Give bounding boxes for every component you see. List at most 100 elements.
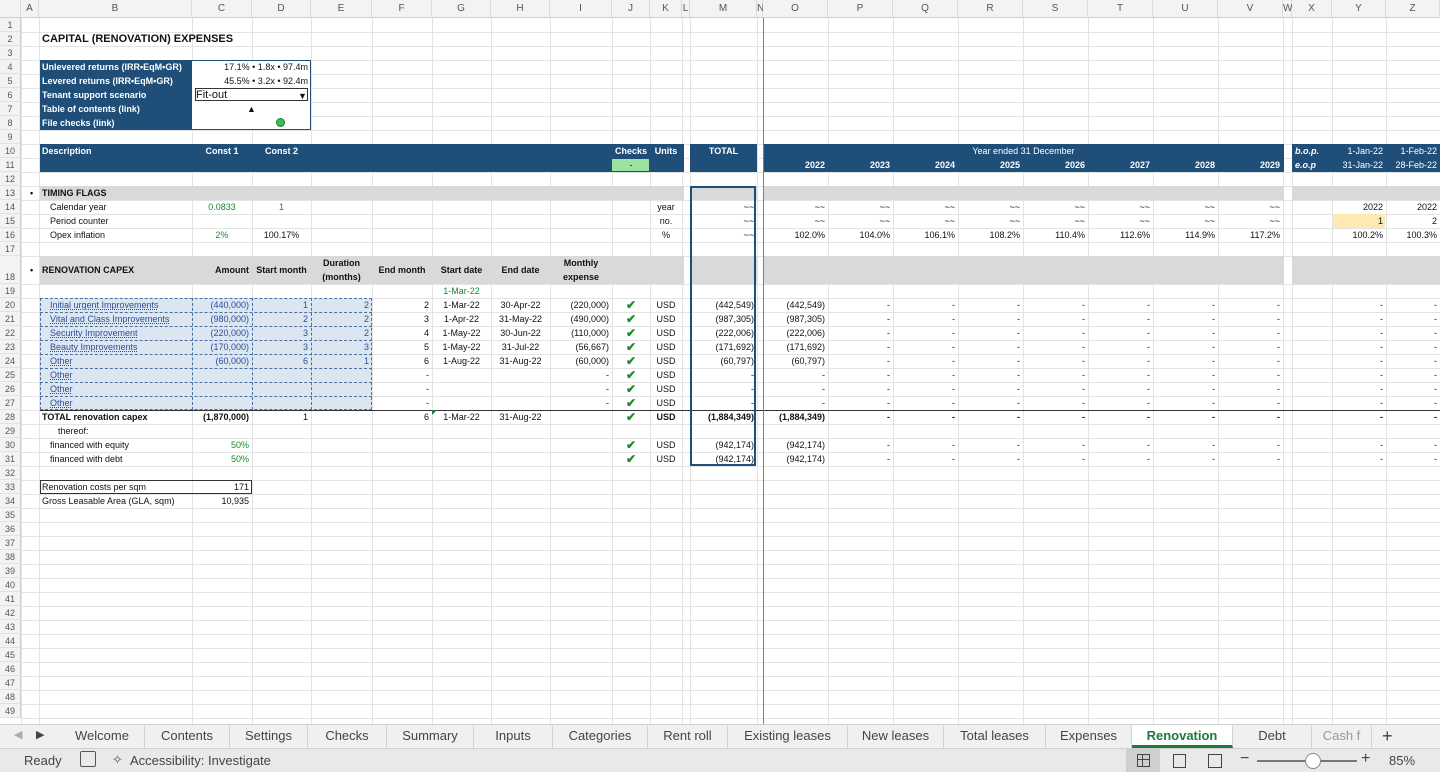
column-header-w[interactable]: W xyxy=(1283,0,1292,18)
column-header-g[interactable]: G xyxy=(432,0,491,18)
row-header-9[interactable]: 9 xyxy=(0,130,21,144)
row-header-35[interactable]: 35 xyxy=(0,508,21,522)
row-header-11[interactable]: 11 xyxy=(0,158,21,172)
column-header-l[interactable]: L xyxy=(682,0,690,18)
column-header-p[interactable]: P xyxy=(828,0,893,18)
row-header-25[interactable]: 25 xyxy=(0,368,21,382)
status-ok-icon[interactable] xyxy=(276,118,285,127)
capex-amount[interactable]: (170,000) xyxy=(195,340,249,354)
column-header-q[interactable]: Q xyxy=(893,0,958,18)
capex-item-label[interactable]: Security Improvement xyxy=(50,326,138,340)
column-header-i[interactable]: I xyxy=(550,0,612,18)
capex-amount[interactable]: (60,000) xyxy=(195,354,249,368)
sheet-tab-inputs[interactable]: Inputs xyxy=(474,725,553,748)
column-header-k[interactable]: K xyxy=(650,0,682,18)
row-header-7[interactable]: 7 xyxy=(0,102,21,116)
zoom-out-icon[interactable]: − xyxy=(1240,750,1249,768)
toc-link-arrow[interactable]: ▲ xyxy=(195,102,308,116)
row-header-18[interactable]: 18 xyxy=(0,256,21,284)
column-header-m[interactable]: M xyxy=(690,0,757,18)
capex-start-month[interactable]: 6 xyxy=(255,354,308,368)
sheet-tab-existing-leases[interactable]: Existing leases xyxy=(728,725,848,748)
sheet-tab-welcome[interactable]: Welcome xyxy=(60,725,145,748)
row-header-28[interactable]: 28 xyxy=(0,410,21,424)
column-header-z[interactable]: Z xyxy=(1386,0,1440,18)
capex-start-month[interactable]: 1 xyxy=(255,298,308,312)
row-header-34[interactable]: 34 xyxy=(0,494,21,508)
capex-item-label[interactable]: Vital and Class Improvements xyxy=(50,312,169,326)
row-header-6[interactable]: 6 xyxy=(0,88,21,102)
column-header-o[interactable]: O xyxy=(763,0,828,18)
macro-record-icon[interactable] xyxy=(80,751,96,767)
capex-duration[interactable]: 2 xyxy=(314,326,369,340)
column-header-v[interactable]: V xyxy=(1218,0,1283,18)
row-header-44[interactable]: 44 xyxy=(0,634,21,648)
row-header-19[interactable]: 19 xyxy=(0,284,21,298)
row-header-13[interactable]: 13 xyxy=(0,186,21,200)
scroll-right-icon[interactable]: ▶ xyxy=(36,728,44,741)
row-header-45[interactable]: 45 xyxy=(0,648,21,662)
column-header-e[interactable]: E xyxy=(311,0,372,18)
accessibility-status[interactable]: Accessibility: Investigate xyxy=(130,753,271,768)
sheet-tab-settings[interactable]: Settings xyxy=(230,725,308,748)
sheet-tab-cash-f[interactable]: Cash f xyxy=(1312,725,1372,748)
row-header-31[interactable]: 31 xyxy=(0,452,21,466)
row-header-42[interactable]: 42 xyxy=(0,606,21,620)
row-header-1[interactable]: 1 xyxy=(0,18,21,32)
select-all-corner[interactable] xyxy=(0,0,21,18)
capex-start-month[interactable]: 3 xyxy=(255,326,308,340)
column-header-t[interactable]: T xyxy=(1088,0,1153,18)
column-header-s[interactable]: S xyxy=(1023,0,1088,18)
row-header-48[interactable]: 48 xyxy=(0,690,21,704)
sheet-tab-debt[interactable]: Debt xyxy=(1233,725,1312,748)
sheet-tab-new-leases[interactable]: New leases xyxy=(848,725,944,748)
row-header-5[interactable]: 5 xyxy=(0,74,21,88)
zoom-slider-thumb[interactable] xyxy=(1305,753,1321,769)
column-header-r[interactable]: R xyxy=(958,0,1023,18)
row-header-23[interactable]: 23 xyxy=(0,340,21,354)
chevron-down-icon[interactable]: ▼ xyxy=(298,89,307,103)
page-break-icon[interactable] xyxy=(1208,754,1222,768)
row-header-32[interactable]: 32 xyxy=(0,466,21,480)
sheet-tab-total-leases[interactable]: Total leases xyxy=(944,725,1046,748)
column-header-a[interactable]: A xyxy=(21,0,39,18)
page-layout-icon[interactable] xyxy=(1173,754,1186,768)
row-header-29[interactable]: 29 xyxy=(0,424,21,438)
capex-amount[interactable]: (980,000) xyxy=(195,312,249,326)
sheet-tab-categories[interactable]: Categories xyxy=(553,725,648,748)
row-header-26[interactable]: 26 xyxy=(0,382,21,396)
row-header-40[interactable]: 40 xyxy=(0,578,21,592)
row-header-8[interactable]: 8 xyxy=(0,116,21,130)
row-header-33[interactable]: 33 xyxy=(0,480,21,494)
column-header-c[interactable]: C xyxy=(192,0,252,18)
sheet-tab-checks[interactable]: Checks xyxy=(308,725,387,748)
row-header-2[interactable]: 2 xyxy=(0,32,21,46)
column-header-b[interactable]: B xyxy=(39,0,192,18)
capex-item-label[interactable]: Other xyxy=(50,382,73,396)
column-header-u[interactable]: U xyxy=(1153,0,1218,18)
row-header-49[interactable]: 49 xyxy=(0,704,21,718)
row-header-41[interactable]: 41 xyxy=(0,592,21,606)
row-header-38[interactable]: 38 xyxy=(0,550,21,564)
row-header-36[interactable]: 36 xyxy=(0,522,21,536)
row-header-39[interactable]: 39 xyxy=(0,564,21,578)
row-header-37[interactable]: 37 xyxy=(0,536,21,550)
zoom-level[interactable]: 85% xyxy=(1389,753,1415,768)
sheet-tab-rent-roll[interactable]: Rent roll xyxy=(648,725,728,748)
capex-item-label[interactable]: Other xyxy=(50,368,73,382)
row-header-30[interactable]: 30 xyxy=(0,438,21,452)
capex-duration[interactable]: 2 xyxy=(314,312,369,326)
row-header-43[interactable]: 43 xyxy=(0,620,21,634)
capex-item-label[interactable]: Beauty Improvements xyxy=(50,340,138,354)
column-header-d[interactable]: D xyxy=(252,0,311,18)
column-header-x[interactable]: X xyxy=(1292,0,1332,18)
row-header-12[interactable]: 12 xyxy=(0,172,21,186)
add-sheet-icon[interactable]: + xyxy=(1382,725,1393,747)
sheet-tab-renovation[interactable]: Renovation xyxy=(1132,725,1233,748)
sheet-tab-summary[interactable]: Summary xyxy=(387,725,474,748)
row-header-21[interactable]: 21 xyxy=(0,312,21,326)
capex-start-month[interactable]: 3 xyxy=(255,340,308,354)
capex-duration[interactable]: 2 xyxy=(314,298,369,312)
row-header-4[interactable]: 4 xyxy=(0,60,21,74)
capex-amount[interactable]: (440,000) xyxy=(195,298,249,312)
